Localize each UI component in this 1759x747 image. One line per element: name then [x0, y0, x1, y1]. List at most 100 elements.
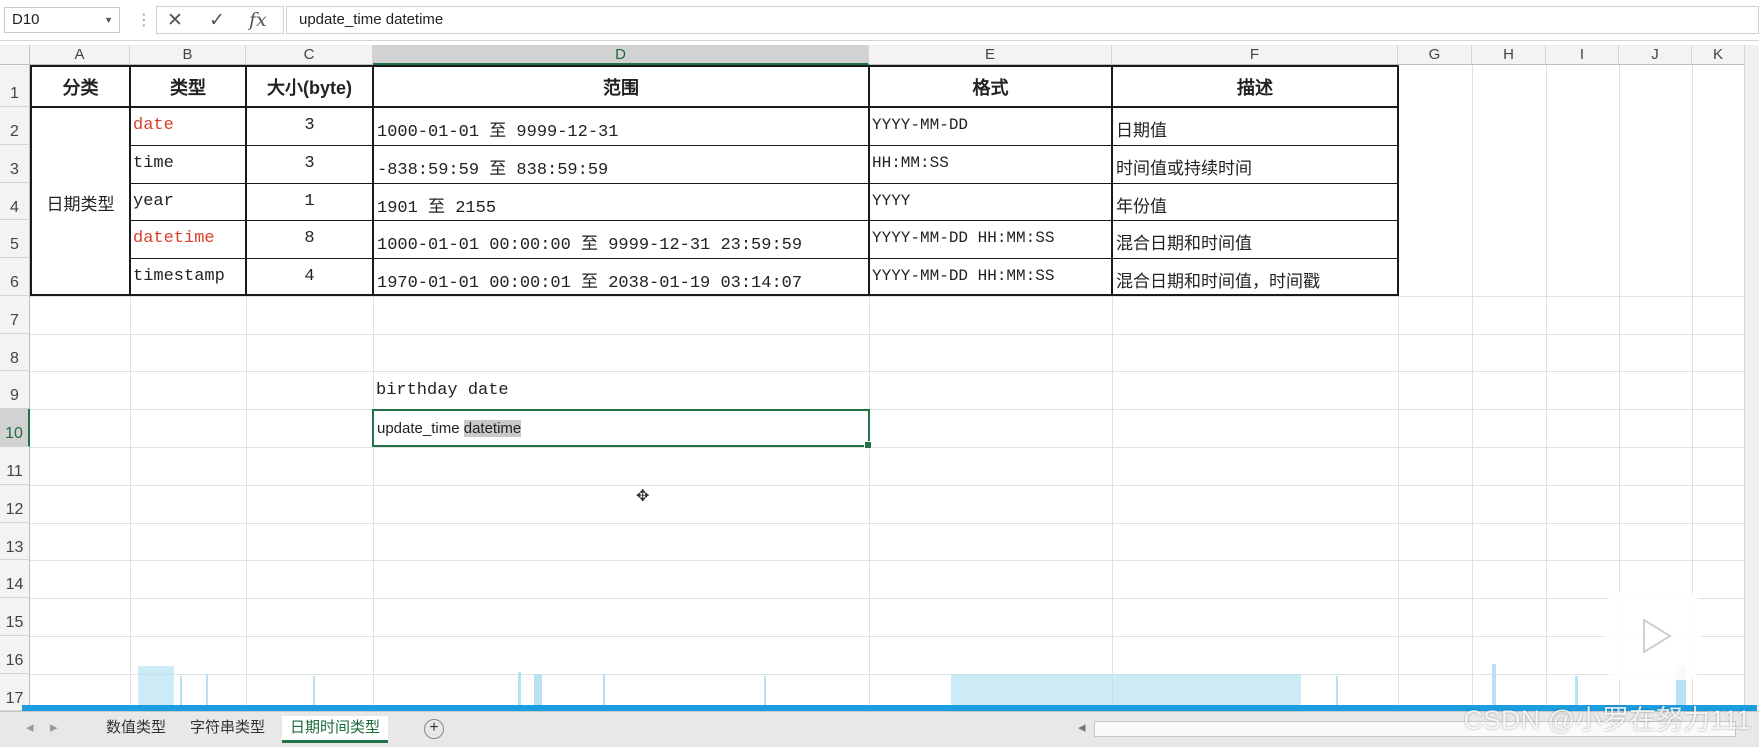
format-cell[interactable]: YYYY-MM-DD HH:MM:SS [872, 267, 1110, 285]
size-cell[interactable]: 3 [247, 154, 372, 173]
waveform-bar [1336, 676, 1338, 705]
tab-scroll-left-icon[interactable]: ◂ [18, 716, 42, 740]
hscroll-left-icon[interactable]: ◂ [1070, 716, 1094, 740]
active-cell-d10[interactable]: update_time datetime [372, 409, 872, 449]
watermark: CSDN @小罗在努力111 [1463, 705, 1751, 735]
format-cell[interactable]: YYYY [872, 192, 1110, 210]
add-sheet-icon[interactable]: + [424, 719, 444, 739]
column-header-k[interactable]: K [1692, 45, 1745, 65]
cancel-icon[interactable]: ✕ [167, 9, 183, 32]
waveform-bar [313, 676, 315, 705]
range-cell[interactable]: 1901 至 2155 [377, 192, 867, 218]
column-header-f[interactable]: F [1112, 45, 1398, 65]
format-cell[interactable]: HH:MM:SS [872, 154, 1110, 172]
gridline [1546, 65, 1547, 705]
range-cell[interactable]: -838:59:59 至 838:59:59 [377, 154, 867, 180]
gridline [30, 296, 1759, 297]
more-options-icon[interactable]: ⋮ [136, 10, 152, 30]
play-overlay-icon[interactable] [1604, 592, 1702, 680]
row-header-4[interactable]: 4 [0, 183, 30, 220]
range-cell[interactable]: 1000-01-01 至 9999-12-31 [377, 116, 867, 142]
description-cell[interactable]: 时间值或持续时间 [1116, 154, 1396, 179]
gridline [30, 560, 1759, 561]
size-cell[interactable]: 8 [247, 229, 372, 248]
column-header-d[interactable]: D [373, 45, 869, 65]
row-header-9[interactable]: 9 [0, 371, 30, 409]
row-header-10[interactable]: 10 [0, 409, 30, 447]
type-cell[interactable]: time [133, 154, 245, 173]
column-header-a[interactable]: A [30, 45, 130, 65]
cell-text-prefix: update_time [377, 420, 464, 437]
row-header-11[interactable]: 11 [0, 447, 30, 485]
row-header-1[interactable]: 1 [0, 65, 30, 107]
waveform-bar [603, 674, 605, 705]
row-header-14[interactable]: 14 [0, 560, 30, 598]
column-header-g[interactable]: G [1398, 45, 1472, 65]
sheet-tab-1[interactable]: 数值类型 [98, 716, 174, 740]
type-cell[interactable]: year [133, 192, 245, 211]
range-cell[interactable]: 1000-01-01 00:00:00 至 9999-12-31 23:59:5… [377, 229, 867, 255]
size-cell[interactable]: 1 [247, 192, 372, 211]
format-cell[interactable]: YYYY-MM-DD HH:MM:SS [872, 229, 1110, 247]
gridline [30, 598, 1759, 599]
row-header-6[interactable]: 6 [0, 258, 30, 296]
select-all-corner[interactable] [0, 45, 30, 65]
sheet-tab-3[interactable]: 日期时间类型 [282, 716, 389, 743]
tab-scroll-right-icon[interactable]: ▸ [42, 716, 66, 740]
chevron-down-icon[interactable]: ▼ [104, 8, 113, 32]
formula-bar: D10 ▼ ⋮ ✕ ✓ fx update_time datetime [0, 0, 1759, 41]
type-cell[interactable]: date [133, 116, 245, 135]
formula-input[interactable]: update_time datetime [286, 6, 1759, 34]
type-cell[interactable]: datetime [133, 229, 245, 248]
type-cell[interactable]: timestamp [133, 267, 245, 286]
column-header-c[interactable]: C [246, 45, 373, 65]
column-header-b[interactable]: B [130, 45, 246, 65]
row-header-2[interactable]: 2 [0, 107, 30, 145]
table-border [30, 65, 1399, 67]
description-cell[interactable]: 日期值 [1116, 116, 1396, 141]
format-cell[interactable]: YYYY-MM-DD [872, 116, 1110, 134]
table-border [1397, 65, 1399, 296]
row-header-13[interactable]: 13 [0, 523, 30, 560]
description-cell[interactable]: 混合日期和时间值，时间戳 [1116, 267, 1396, 292]
waveform-bar [534, 674, 542, 705]
insert-function-icon[interactable]: fx [249, 9, 267, 31]
category-cell[interactable]: 日期类型 [32, 190, 129, 215]
row-header-8[interactable]: 8 [0, 334, 30, 371]
header-description[interactable]: 描述 [1113, 74, 1397, 100]
name-box[interactable]: D10 ▼ [4, 7, 120, 33]
vertical-scrollbar[interactable] [1744, 45, 1759, 711]
header-type[interactable]: 类型 [131, 74, 245, 100]
column-header-h[interactable]: H [1472, 45, 1546, 65]
description-cell[interactable]: 年份值 [1116, 192, 1396, 217]
row-header-5[interactable]: 5 [0, 220, 30, 258]
row-header-16[interactable]: 16 [0, 636, 30, 674]
waveform-bar [518, 672, 521, 705]
header-size[interactable]: 大小(byte) [247, 74, 372, 100]
sheet-tab-2[interactable]: 字符串类型 [182, 716, 273, 740]
cell-d9[interactable]: birthday date [376, 381, 866, 400]
play-icon [1643, 618, 1672, 654]
column-header-j[interactable]: J [1619, 45, 1692, 65]
column-header-i[interactable]: I [1546, 45, 1619, 65]
cell-editor-text[interactable]: update_time datetime [377, 420, 522, 437]
range-cell[interactable]: 1970-01-01 00:00:01 至 2038-01-19 03:14:0… [377, 267, 867, 293]
row-header-3[interactable]: 3 [0, 145, 30, 183]
column-header-e[interactable]: E [869, 45, 1112, 65]
gridline [30, 447, 1759, 448]
row-header-7[interactable]: 7 [0, 296, 30, 334]
row-header-12[interactable]: 12 [0, 485, 30, 523]
header-range[interactable]: 范围 [374, 74, 868, 100]
waveform-bar [138, 666, 174, 705]
header-category[interactable]: 分类 [32, 74, 129, 100]
description-cell[interactable]: 混合日期和时间值 [1116, 229, 1396, 254]
header-format[interactable]: 格式 [870, 74, 1111, 100]
size-cell[interactable]: 3 [247, 116, 372, 135]
size-cell[interactable]: 4 [247, 267, 372, 286]
enter-icon[interactable]: ✓ [209, 9, 225, 32]
table-background [31, 66, 1398, 296]
waveform-bar [206, 674, 208, 705]
row-header-15[interactable]: 15 [0, 598, 30, 636]
table-border [130, 220, 1398, 221]
fill-handle[interactable] [864, 441, 872, 449]
